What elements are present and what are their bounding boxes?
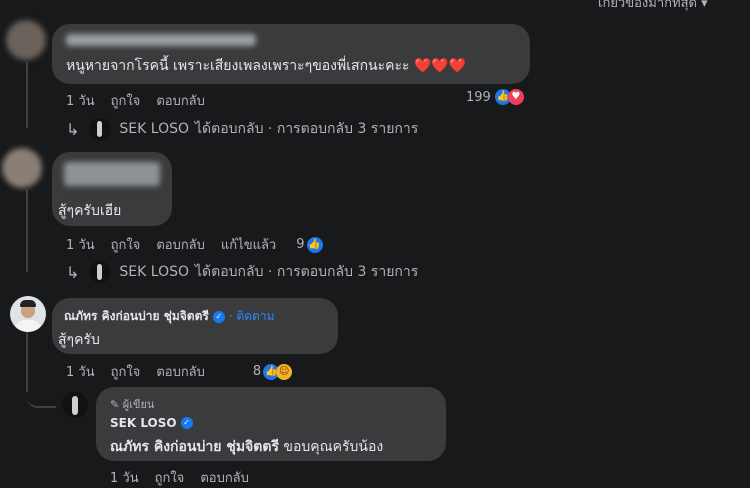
comment-bubble: สู้ๆครับเฮีย <box>52 152 172 226</box>
follow-button[interactable]: · ติดตาม <box>229 307 275 326</box>
comment-bubble: ณภัทร คิงก่อนบ่าย ชุ่มจิตตรี ✓ · ติดตาม … <box>52 298 338 354</box>
commenter-name-blurred <box>66 34 256 46</box>
comment-time[interactable]: 1 วัน <box>66 90 95 111</box>
view-replies-link[interactable]: ↳ SEK LOSO ได้ตอบกลับ · การตอบกลับ 3 ราย… <box>66 261 418 283</box>
verified-badge-icon: ✓ <box>212 310 225 323</box>
commenter-name[interactable]: ณภัทร คิงก่อนบ่าย ชุ่มจิตตรี <box>64 307 209 326</box>
reply-message: ขอบคุณครับน้อง <box>278 439 384 455</box>
reaction-count[interactable]: 9 <box>296 237 304 252</box>
like-button[interactable]: ถูกใจ <box>111 234 141 255</box>
care-reaction-icon[interactable]: ☺ <box>276 363 293 380</box>
edited-label: แก้ไขแล้ว <box>220 238 277 253</box>
thread-line <box>26 62 28 128</box>
author-avatar-figure <box>72 396 78 415</box>
reply-button[interactable]: ตอบกลับ <box>156 361 205 382</box>
like-reaction-icon[interactable]: 👍 <box>306 236 323 253</box>
reply-button[interactable]: ตอบกลับ <box>156 90 205 111</box>
reply-actions: 1 วัน ถูกใจ ตอบกลับ <box>110 467 249 488</box>
view-replies-link[interactable]: ↳ SEK LOSO ได้ตอบกลับ · การตอบกลับ 3 ราย… <box>66 118 418 140</box>
comment-header: ณภัทร คิงก่อนบ่าย ชุ่มจิตตรี ✓ · ติดตาม <box>64 307 274 326</box>
reply-button[interactable]: ตอบกลับ <box>156 234 205 255</box>
reply-text: ณภัทร คิงก่อนบ่าย ชุ่มจิตตรี ขอบคุณครับน… <box>110 436 383 458</box>
comment-bubble: หนูหายจากโรคนี้ เพราะเสียงเพลงเพราะๆของพ… <box>52 24 530 84</box>
comment-time[interactable]: 1 วัน <box>66 234 95 255</box>
reply-author: SEK LOSO <box>119 121 189 137</box>
reply-author-name[interactable]: SEK LOSO <box>110 416 177 430</box>
author-avatar-small <box>89 118 112 140</box>
reply-header: SEK LOSO ✓ <box>110 416 193 430</box>
comment-text: สู้ๆครับ <box>58 332 100 348</box>
reply-button[interactable]: ตอบกลับ <box>200 467 249 488</box>
replies-summary: ได้ตอบกลับ · การตอบกลับ 3 รายการ <box>195 121 419 137</box>
like-button[interactable]: ถูกใจ <box>111 361 141 382</box>
thread-line <box>26 186 28 272</box>
author-avatar-small <box>89 261 112 283</box>
sort-dropdown[interactable]: เกี่ยวข้องมากที่สุด ▾ <box>598 0 708 13</box>
reply-author: SEK LOSO <box>119 264 189 280</box>
reaction-count: 199 <box>466 89 491 105</box>
author-avatar[interactable] <box>62 392 88 418</box>
comment-actions: 1 วัน ถูกใจ ตอบกลับ <box>66 90 205 111</box>
comment-actions: 1 วัน ถูกใจ ตอบกลับ 8 👍 ☺ <box>66 361 293 382</box>
reaction-summary[interactable]: 199 👍 ♥ <box>466 89 524 105</box>
avatar-hair <box>20 300 36 307</box>
mention-link[interactable]: ณภัทร คิงก่อนบ่าย ชุ่มจิตตรี <box>110 439 279 455</box>
commenter-avatar[interactable] <box>2 148 42 188</box>
author-badge: ✎ ผู้เขียน <box>110 398 155 411</box>
commenter-avatar[interactable] <box>6 20 46 60</box>
like-button[interactable]: ถูกใจ <box>111 90 141 111</box>
verified-badge-icon: ✓ <box>180 417 193 429</box>
comment-time[interactable]: 1 วัน <box>66 361 95 382</box>
reaction-count[interactable]: 8 <box>253 364 261 379</box>
reply-bubble: ✎ ผู้เขียน SEK LOSO ✓ ณภัทร คิงก่อนบ่าย … <box>96 387 446 461</box>
commenter-name-blurred <box>64 162 160 186</box>
replies-summary: ได้ตอบกลับ · การตอบกลับ 3 รายการ <box>195 264 419 280</box>
love-reaction-icon: ♥ <box>507 89 524 105</box>
avatar-shirt <box>15 320 41 332</box>
reply-time[interactable]: 1 วัน <box>110 467 139 488</box>
comment-text: สู้ๆครับเฮีย <box>58 203 122 219</box>
comment-text: หนูหายจากโรคนี้ เพราะเสียงเพลงเพราะๆของพ… <box>66 58 467 74</box>
thread-connector <box>26 380 56 408</box>
commenter-avatar[interactable] <box>10 296 46 332</box>
like-button[interactable]: ถูกใจ <box>155 467 185 488</box>
comment-actions: 1 วัน ถูกใจ ตอบกลับ แก้ไขแล้ว 9 👍 <box>66 234 323 255</box>
reply-arrow-icon: ↳ <box>66 262 80 282</box>
reply-arrow-icon: ↳ <box>66 119 80 139</box>
